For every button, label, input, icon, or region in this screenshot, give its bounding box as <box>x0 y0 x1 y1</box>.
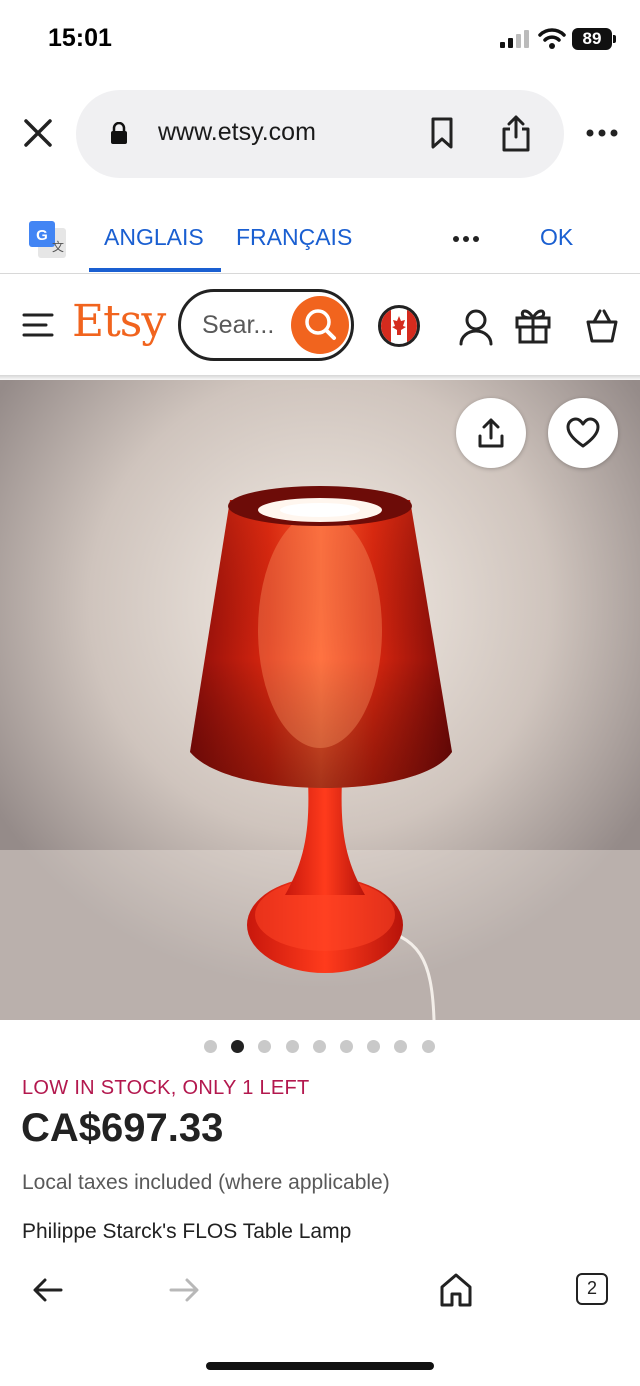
cart-icon[interactable] <box>584 306 620 344</box>
status-time: 15:01 <box>48 24 112 52</box>
url-text[interactable]: www.etsy.com <box>158 118 316 147</box>
active-tab-underline <box>89 268 221 272</box>
svg-text:文: 文 <box>52 239 64 254</box>
lamp-illustration <box>0 380 640 1020</box>
carousel-dot[interactable] <box>394 1040 408 1053</box>
tab-target-language[interactable]: FRANÇAIS <box>236 224 352 251</box>
taxes-note: Local taxes included (where applicable) <box>22 1171 390 1194</box>
home-icon[interactable] <box>438 1272 474 1308</box>
svg-text:G: G <box>36 227 48 244</box>
battery-indicator: 89 <box>572 28 612 50</box>
gift-icon[interactable] <box>514 306 552 344</box>
search-icon <box>305 309 336 340</box>
forward-arrow-icon[interactable] <box>168 1276 200 1304</box>
wifi-icon <box>538 28 566 49</box>
google-translate-icon: G 文 <box>29 221 66 258</box>
home-indicator[interactable] <box>206 1362 434 1370</box>
search-button[interactable] <box>291 296 349 354</box>
menu-icon[interactable] <box>22 312 54 338</box>
carousel-dot[interactable] <box>258 1040 272 1053</box>
battery-tip <box>613 35 616 43</box>
share-icon <box>478 418 504 448</box>
favorite-button[interactable] <box>548 398 618 468</box>
address-bar[interactable] <box>76 90 564 178</box>
share-icon[interactable] <box>500 113 532 153</box>
product-image[interactable] <box>0 380 640 1020</box>
carousel-dot[interactable] <box>421 1040 435 1053</box>
user-icon[interactable] <box>458 308 494 346</box>
etsy-logo[interactable]: Etsy <box>72 296 166 347</box>
carousel-dot[interactable] <box>231 1040 245 1053</box>
search-placeholder[interactable]: Sear... <box>202 311 274 340</box>
stock-notice: LOW IN STOCK, ONLY 1 LEFT <box>22 1077 310 1099</box>
tabs-button[interactable]: 2 <box>576 1273 608 1305</box>
back-arrow-icon[interactable] <box>32 1276 64 1304</box>
close-icon[interactable] <box>20 115 56 151</box>
bookmark-icon[interactable] <box>430 117 454 149</box>
canada-flag-icon[interactable] <box>378 305 420 347</box>
divider <box>0 273 640 274</box>
translate-ok-button[interactable]: OK <box>540 224 573 251</box>
carousel-dot[interactable] <box>204 1040 217 1053</box>
tab-source-language[interactable]: ANGLAIS <box>104 224 204 251</box>
translate-more-icon[interactable] <box>452 232 480 246</box>
maple-leaf-icon <box>381 308 417 344</box>
product-title: Philippe Starck's FLOS Table Lamp <box>22 1220 352 1243</box>
cellular-signal-icon <box>500 30 529 48</box>
carousel-dot[interactable] <box>367 1040 381 1053</box>
carousel-dot[interactable] <box>340 1040 353 1053</box>
share-image-button[interactable] <box>456 398 526 468</box>
product-price: CA$697.33 <box>21 1106 224 1150</box>
carousel-dot[interactable] <box>285 1040 299 1053</box>
lock-icon <box>111 122 127 144</box>
more-icon[interactable] <box>586 124 618 142</box>
carousel-dot[interactable] <box>312 1040 326 1053</box>
heart-icon <box>566 417 600 448</box>
